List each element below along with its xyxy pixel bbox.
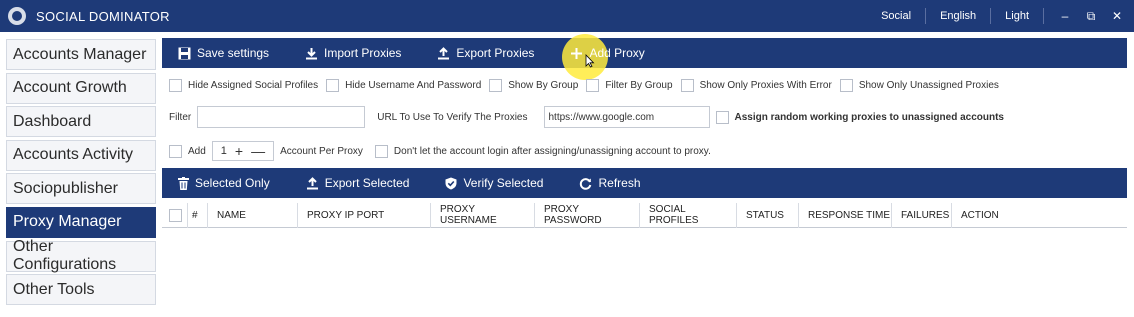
sidebar-item-dashboard[interactable]: Dashboard bbox=[6, 106, 156, 138]
column-header-name[interactable]: NAME bbox=[208, 202, 298, 228]
trash-icon bbox=[178, 176, 189, 190]
column-header-social-profiles[interactable]: SOCIAL PROFILES bbox=[640, 202, 737, 228]
only-error-checkbox[interactable] bbox=[680, 79, 694, 92]
proxy-table-header: # NAME PROXY IP PORT PROXY USERNAME PROX… bbox=[162, 202, 1127, 228]
only-unassigned-label: Show Only Unassigned Proxies bbox=[858, 80, 999, 91]
hide-assigned-checkbox[interactable] bbox=[169, 79, 182, 92]
export-proxies-button[interactable]: Export Proxies bbox=[437, 46, 534, 60]
sidebar-item-accounts-manager[interactable]: Accounts Manager bbox=[6, 39, 156, 70]
filter-options-row: Hide Assigned Social Profiles Hide Usern… bbox=[169, 79, 1007, 92]
proxy-toolbar: Save settings Import Proxies Export Prox… bbox=[162, 38, 1127, 68]
refresh-label: Refresh bbox=[598, 176, 641, 190]
hide-credentials-option[interactable]: Hide Username And Password bbox=[326, 79, 481, 92]
only-unassigned-option[interactable]: Show Only Unassigned Proxies bbox=[839, 79, 999, 92]
add-label: Add bbox=[188, 145, 206, 157]
select-all-checkbox[interactable] bbox=[169, 208, 182, 222]
title-bar-controls: Social English Light – ⧉ ✕ bbox=[867, 0, 1134, 32]
app-title: SOCIAL DOMINATOR bbox=[36, 8, 170, 24]
shield-check-icon bbox=[445, 177, 457, 189]
maximize-button[interactable]: ⧉ bbox=[1078, 9, 1104, 24]
selection-toolbar: Selected Only Export Selected Verify Sel… bbox=[162, 168, 1127, 198]
sidebar-item-sociopublisher[interactable]: Sociopublisher bbox=[6, 173, 156, 205]
show-by-group-option[interactable]: Show By Group bbox=[489, 79, 578, 92]
export-selected-icon bbox=[306, 176, 318, 189]
account-count-stepper[interactable]: 1 + — bbox=[211, 141, 275, 161]
sidebar-item-proxy-manager[interactable]: Proxy Manager bbox=[6, 206, 156, 238]
sidebar: Accounts Manager Account Growth Dashboar… bbox=[6, 39, 156, 308]
column-header-status[interactable]: STATUS bbox=[737, 202, 799, 228]
selected-only-button[interactable]: Selected Only bbox=[178, 176, 270, 190]
save-settings-label: Save settings bbox=[197, 46, 270, 60]
import-proxies-button[interactable]: Import Proxies bbox=[305, 46, 401, 60]
column-header-action[interactable]: ACTION bbox=[952, 203, 1032, 228]
verify-url-value: https://www.google.com bbox=[548, 111, 655, 123]
export-proxies-label: Export Proxies bbox=[456, 46, 535, 60]
select-all-cell bbox=[162, 202, 188, 228]
hide-assigned-label: Hide Assigned Social Profiles bbox=[188, 80, 319, 91]
add-proxy-label: Add Proxy bbox=[589, 46, 645, 60]
filter-input-row: Filter URL To Use To Verify The Proxies … bbox=[169, 106, 1004, 128]
show-by-group-label: Show By Group bbox=[508, 80, 579, 91]
column-header-failures[interactable]: FAILURES bbox=[892, 202, 952, 228]
verify-selected-label: Verify Selected bbox=[463, 176, 544, 190]
column-header-proxy-username[interactable]: PROXY USERNAME bbox=[431, 202, 535, 228]
hide-assigned-option[interactable]: Hide Assigned Social Profiles bbox=[169, 79, 318, 92]
filter-by-group-label: Filter By Group bbox=[605, 80, 673, 91]
assign-random-checkbox[interactable] bbox=[715, 110, 729, 124]
dont-let-login-checkbox[interactable] bbox=[374, 144, 388, 158]
import-proxies-label: Import Proxies bbox=[324, 46, 402, 60]
show-by-group-checkbox[interactable] bbox=[489, 79, 503, 92]
assign-row: Add 1 + — Account Per Proxy Don't let th… bbox=[169, 141, 711, 161]
url-label: URL To Use To Verify The Proxies bbox=[377, 111, 528, 123]
export-icon bbox=[438, 46, 450, 59]
column-header-index[interactable]: # bbox=[188, 202, 208, 228]
verify-selected-button[interactable]: Verify Selected bbox=[445, 176, 543, 190]
refresh-icon bbox=[580, 177, 592, 190]
export-selected-label: Export Selected bbox=[324, 176, 410, 190]
refresh-button[interactable]: Refresh bbox=[579, 176, 641, 190]
selected-only-label: Selected Only bbox=[195, 176, 270, 190]
menu-social[interactable]: Social bbox=[867, 8, 927, 24]
account-per-proxy-label: Account Per Proxy bbox=[280, 145, 363, 157]
column-header-proxy-password[interactable]: PROXY PASSWORD bbox=[535, 202, 640, 228]
increment-icon[interactable]: + bbox=[235, 143, 243, 159]
minimize-button[interactable]: – bbox=[1052, 9, 1078, 23]
hide-credentials-checkbox[interactable] bbox=[326, 79, 340, 92]
column-header-proxy-ip-port[interactable]: PROXY IP PORT bbox=[298, 202, 431, 228]
save-settings-button[interactable]: Save settings bbox=[178, 46, 269, 60]
close-button[interactable]: ✕ bbox=[1104, 9, 1130, 23]
save-icon bbox=[178, 47, 191, 59]
filter-by-group-option[interactable]: Filter By Group bbox=[586, 79, 673, 92]
filter-label: Filter bbox=[169, 111, 192, 123]
menu-theme[interactable]: Light bbox=[991, 8, 1044, 24]
column-header-response-time[interactable]: RESPONSE TIME bbox=[799, 202, 892, 228]
only-error-option[interactable]: Show Only Proxies With Error bbox=[680, 79, 832, 92]
title-bar: SOCIAL DOMINATOR Social English Light – … bbox=[0, 0, 1134, 32]
add-checkbox[interactable] bbox=[169, 144, 182, 158]
app-logo-icon bbox=[8, 7, 26, 25]
sidebar-item-other-configurations[interactable]: Other Configurations bbox=[6, 238, 156, 273]
only-error-label: Show Only Proxies With Error bbox=[699, 80, 832, 91]
sidebar-item-accounts-activity[interactable]: Accounts Activity bbox=[6, 139, 156, 171]
verify-url-input[interactable]: https://www.google.com bbox=[543, 106, 710, 128]
filter-input[interactable] bbox=[197, 106, 366, 128]
add-proxy-button[interactable]: Add Proxy bbox=[570, 46, 645, 60]
assign-random-label: Assign random working proxies to unassig… bbox=[734, 111, 1005, 123]
sidebar-item-account-growth[interactable]: Account Growth bbox=[6, 72, 156, 104]
only-unassigned-checkbox[interactable] bbox=[839, 79, 853, 92]
plus-icon bbox=[571, 47, 583, 59]
decrement-icon[interactable]: — bbox=[251, 143, 265, 159]
export-selected-button[interactable]: Export Selected bbox=[306, 176, 410, 190]
hide-credentials-label: Hide Username And Password bbox=[345, 80, 482, 91]
menu-language[interactable]: English bbox=[926, 8, 992, 24]
import-icon bbox=[306, 47, 318, 59]
account-count-value: 1 bbox=[220, 145, 227, 157]
sidebar-item-other-tools[interactable]: Other Tools bbox=[6, 274, 156, 306]
dont-let-login-label: Don't let the account login after assign… bbox=[393, 145, 711, 157]
filter-by-group-checkbox[interactable] bbox=[586, 79, 600, 92]
